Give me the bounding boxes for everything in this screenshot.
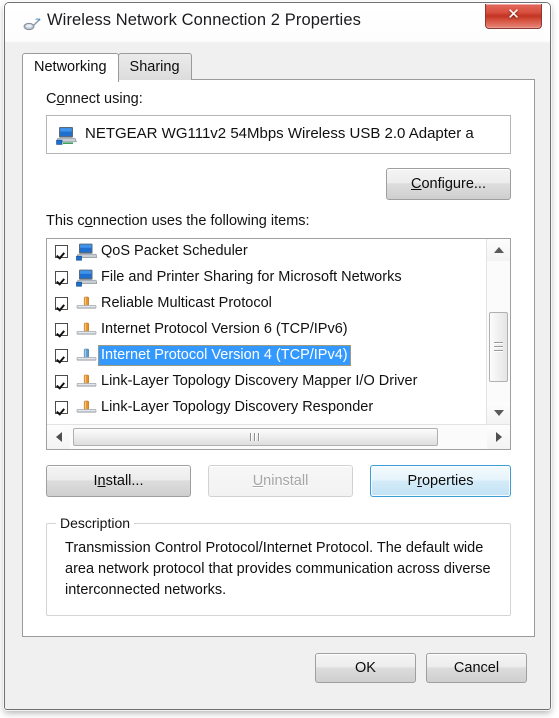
description-text: Transmission Control Protocol/Internet P… [65, 540, 491, 598]
wireless-adapter-icon [23, 17, 41, 31]
item-checkbox[interactable] [55, 297, 68, 310]
network-items-viewport: QoS Packet Scheduler File and Printer Sh… [47, 239, 486, 424]
protocol-icon [76, 295, 97, 313]
item-label: Internet Protocol Version 4 (TCP/IPv4) [98, 345, 351, 366]
list-item[interactable]: File and Printer Sharing for Microsoft N… [47, 265, 486, 291]
scroll-up-arrow-icon[interactable] [487, 239, 510, 261]
list-item[interactable]: Link-Layer Topology Discovery Mapper I/O… [47, 369, 486, 395]
service-computer-icon [76, 269, 98, 287]
list-item-selected[interactable]: Internet Protocol Version 4 (TCP/IPv4) [47, 343, 486, 369]
configure-button[interactable]: Configure... [386, 168, 511, 200]
tab-sharing[interactable]: Sharing [117, 53, 192, 80]
description-group-title: Description [56, 515, 135, 531]
protocol-icon [76, 399, 97, 417]
scroll-left-arrow-icon[interactable] [47, 425, 70, 449]
protocol-icon [76, 321, 97, 339]
list-item[interactable]: QoS Packet Scheduler [47, 239, 486, 265]
properties-dialog-window: Wireless Network Connection 2 Properties… [4, 2, 551, 710]
item-label: Link-Layer Topology Discovery Responder [101, 399, 374, 415]
item-checkbox[interactable] [55, 323, 68, 336]
item-checkbox[interactable] [55, 245, 68, 258]
tab-strip: Networking Sharing [22, 53, 192, 82]
list-horizontal-scrollbar[interactable] [47, 424, 510, 449]
item-label: Internet Protocol Version 6 (TCP/IPv6) [101, 321, 348, 337]
list-vertical-scrollbar[interactable] [486, 239, 510, 424]
item-label: Link-Layer Topology Discovery Mapper I/O… [101, 373, 418, 389]
item-checkbox[interactable] [55, 401, 68, 414]
items-list-label: This connection uses the following items… [46, 213, 310, 229]
item-checkbox[interactable] [55, 349, 68, 362]
uninstall-button[interactable]: Uninstall [208, 465, 353, 497]
properties-button[interactable]: Properties [370, 465, 511, 497]
item-label: Reliable Multicast Protocol [101, 295, 272, 311]
cancel-button-label: Cancel [453, 660, 500, 676]
cancel-button[interactable]: Cancel [426, 653, 527, 683]
list-item[interactable]: Link-Layer Topology Discovery Responder [47, 395, 486, 421]
adapter-readonly-field[interactable]: NETGEAR WG111v2 54Mbps Wireless USB 2.0 … [46, 115, 511, 154]
vertical-scroll-thumb[interactable] [489, 312, 508, 382]
protocol-icon [76, 373, 97, 391]
list-item[interactable]: Internet Protocol Version 6 (TCP/IPv6) [47, 317, 486, 343]
install-button-label: Install... [93, 473, 144, 489]
scroll-right-arrow-icon[interactable] [487, 425, 510, 449]
adapter-name: NETGEAR WG111v2 54Mbps Wireless USB 2.0 … [85, 125, 474, 142]
close-button[interactable] [485, 4, 542, 29]
horizontal-scroll-thumb[interactable] [73, 428, 438, 446]
networking-tab-panel: Connect using: NETGEAR WG111v2 54Mbps Wi… [22, 79, 535, 637]
item-checkbox[interactable] [55, 271, 68, 284]
ok-button-label: OK [355, 660, 376, 676]
service-computer-icon [76, 243, 98, 261]
title-bar[interactable]: Wireless Network Connection 2 Properties [5, 3, 550, 43]
item-checkbox[interactable] [55, 375, 68, 388]
tab-networking[interactable]: Networking [22, 53, 119, 82]
connect-using-label-text: Connect using: [46, 91, 147, 107]
item-label: File and Printer Sharing for Microsoft N… [101, 269, 402, 285]
network-items-list[interactable]: QoS Packet Scheduler File and Printer Sh… [46, 238, 511, 450]
ok-button[interactable]: OK [315, 653, 416, 683]
protocol-icon-selected [76, 347, 97, 365]
scroll-down-arrow-icon[interactable] [487, 402, 510, 424]
network-adapter-icon [56, 126, 77, 145]
configure-button-label: Configure... [411, 176, 486, 192]
list-item[interactable]: Reliable Multicast Protocol [47, 291, 486, 317]
properties-button-label: Properties [407, 473, 474, 489]
description-group: Description Transmission Control Protoco… [46, 515, 511, 616]
window-title: Wireless Network Connection 2 Properties [47, 11, 361, 29]
install-button[interactable]: Install... [46, 465, 191, 497]
uninstall-button-label: Uninstall [252, 473, 309, 489]
item-label: QoS Packet Scheduler [101, 243, 248, 259]
